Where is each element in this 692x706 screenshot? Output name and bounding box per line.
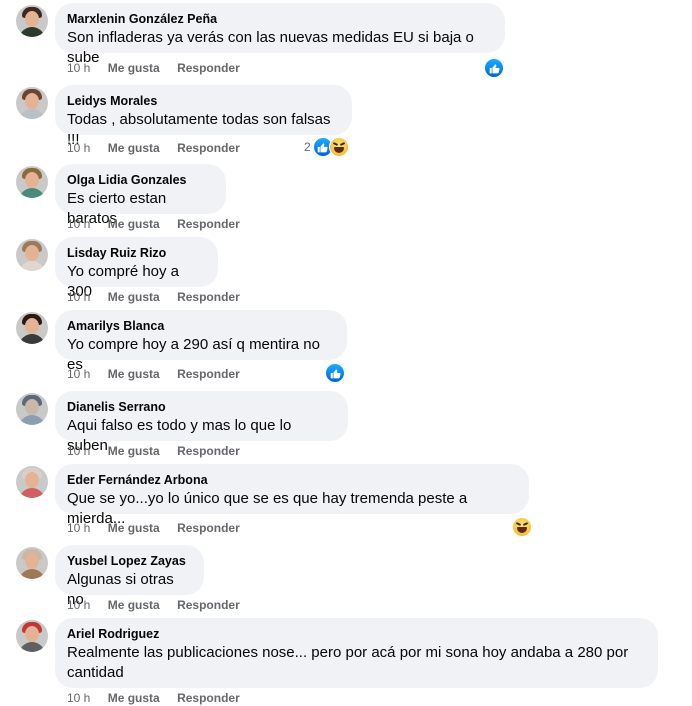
comment-bubble: Ariel Rodriguez Realmente las publicacio… (55, 618, 658, 688)
like-button[interactable]: Me gusta (108, 521, 160, 535)
like-button[interactable]: Me gusta (108, 691, 160, 705)
comment-author[interactable]: Dianelis Serrano (67, 399, 336, 415)
reply-button[interactable]: Responder (177, 61, 240, 75)
comment-author[interactable]: Amarilys Blanca (67, 318, 335, 334)
comment-bubble: Lisday Ruiz Rizo Yo compré hoy a 300 (55, 237, 218, 300)
avatar[interactable] (16, 5, 48, 37)
comment-time[interactable]: 10 h (67, 598, 90, 612)
reply-button[interactable]: Responder (177, 691, 240, 705)
comment-author[interactable]: Eder Fernández Arbona (67, 472, 517, 488)
comment-author[interactable]: Lisday Ruiz Rizo (67, 245, 206, 261)
reply-button[interactable]: Responder (177, 290, 240, 304)
comment-bubble: Leidys Morales Todas , absolutamente tod… (55, 85, 352, 148)
avatar[interactable] (16, 466, 48, 498)
comment-time[interactable]: 10 h (67, 444, 90, 458)
reply-button[interactable]: Responder (177, 598, 240, 612)
like-button[interactable]: Me gusta (108, 290, 160, 304)
reaction-summary[interactable] (512, 517, 532, 537)
like-reaction-icon (325, 363, 345, 383)
comment-author[interactable]: Ariel Rodriguez (67, 626, 646, 642)
like-button[interactable]: Me gusta (108, 367, 160, 381)
comment-author[interactable]: Yusbel Lopez Zayas (67, 553, 192, 569)
avatar[interactable] (16, 620, 48, 652)
comment-bubble: Amarilys Blanca Yo compre hoy a 290 así … (55, 310, 347, 373)
comment-author[interactable]: Marxlenin González Peña (67, 11, 493, 27)
avatar[interactable] (16, 312, 48, 344)
like-button[interactable]: Me gusta (108, 141, 160, 155)
reaction-summary[interactable] (484, 58, 504, 78)
comment-bubble: Yusbel Lopez Zayas Algunas si otras no (55, 545, 204, 608)
reaction-summary[interactable]: 2 (304, 137, 349, 157)
haha-reaction-icon (512, 517, 532, 537)
avatar[interactable] (16, 239, 48, 271)
comment-time[interactable]: 10 h (67, 217, 90, 231)
comment-author[interactable]: Olga Lidia Gonzales (67, 172, 214, 188)
comment-bubble: Eder Fernández Arbona Que se yo...yo lo … (55, 464, 529, 527)
like-button[interactable]: Me gusta (108, 217, 160, 231)
comment-text: Realmente las publicaciones nose... pero… (67, 644, 629, 681)
comment-bubble: Dianelis Serrano Aqui falso es todo y ma… (55, 391, 348, 454)
avatar[interactable] (16, 393, 48, 425)
reply-button[interactable]: Responder (177, 141, 240, 155)
avatar[interactable] (16, 547, 48, 579)
comment-time[interactable]: 10 h (67, 521, 90, 535)
comment-time[interactable]: 10 h (67, 61, 90, 75)
reply-button[interactable]: Responder (177, 367, 240, 381)
like-button[interactable]: Me gusta (108, 598, 160, 612)
comment-time[interactable]: 10 h (67, 367, 90, 381)
reaction-count: 2 (304, 140, 311, 154)
comment-author[interactable]: Leidys Morales (67, 93, 340, 109)
comment-time[interactable]: 10 h (67, 290, 90, 304)
reply-button[interactable]: Responder (177, 444, 240, 458)
reply-button[interactable]: Responder (177, 217, 240, 231)
avatar[interactable] (16, 166, 48, 198)
reply-button[interactable]: Responder (177, 521, 240, 535)
like-reaction-icon (484, 58, 504, 78)
avatar[interactable] (16, 87, 48, 119)
like-button[interactable]: Me gusta (108, 444, 160, 458)
comment-time[interactable]: 10 h (67, 691, 90, 705)
comment-time[interactable]: 10 h (67, 141, 90, 155)
reaction-summary[interactable] (325, 363, 345, 383)
comment-bubble: Olga Lidia Gonzales Es cierto estan bara… (55, 164, 226, 227)
like-button[interactable]: Me gusta (108, 61, 160, 75)
haha-reaction-icon (328, 137, 349, 157)
comment-bubble: Marxlenin González Peña Son infladeras y… (55, 3, 505, 66)
